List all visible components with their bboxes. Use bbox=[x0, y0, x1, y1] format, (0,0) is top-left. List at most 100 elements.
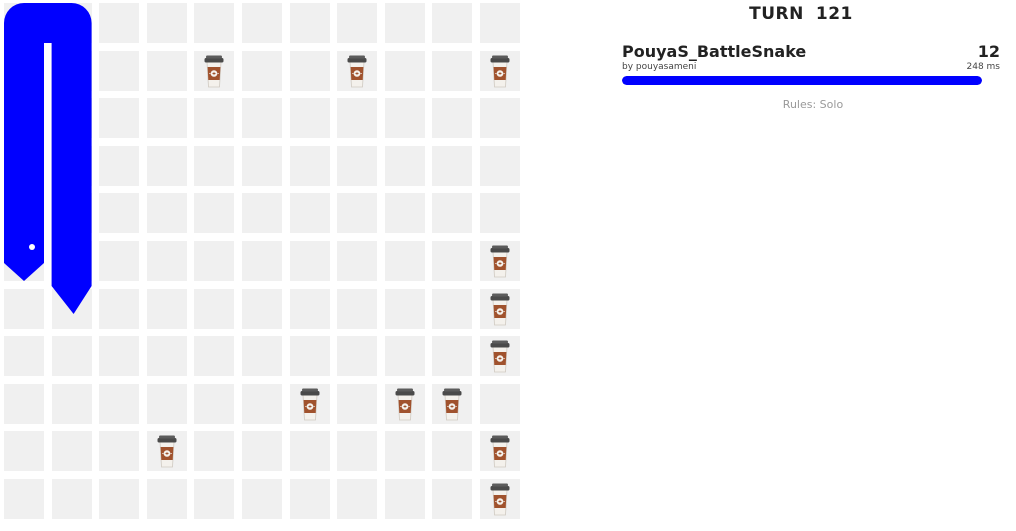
board-cell bbox=[51, 241, 92, 281]
board-cell bbox=[51, 431, 92, 472]
board-cell bbox=[480, 241, 520, 281]
board-cell bbox=[242, 193, 282, 234]
snake-author: by pouyasameni bbox=[622, 62, 697, 72]
board-cell bbox=[337, 145, 378, 186]
board-cell bbox=[146, 241, 187, 281]
board-cell bbox=[242, 479, 282, 519]
turn-number: 121 bbox=[815, 4, 853, 24]
board-cell bbox=[289, 145, 330, 186]
board-cell bbox=[384, 193, 425, 234]
game-board bbox=[4, 3, 528, 527]
board-cell bbox=[194, 431, 235, 472]
board-cell bbox=[384, 431, 425, 472]
board-cell bbox=[242, 50, 282, 91]
board-cell bbox=[51, 98, 92, 139]
board-cell bbox=[194, 241, 235, 281]
board-cell bbox=[289, 288, 330, 329]
rules-label: Rules: Solo bbox=[782, 98, 844, 111]
board-cell bbox=[194, 336, 235, 377]
board-cell bbox=[384, 241, 425, 281]
board-cell bbox=[99, 383, 140, 424]
board-cell bbox=[337, 431, 378, 472]
board-cell bbox=[289, 98, 330, 139]
board-cell bbox=[99, 50, 140, 91]
board-cell bbox=[99, 479, 140, 519]
board-cell bbox=[480, 288, 520, 329]
board-cell bbox=[432, 288, 473, 329]
board-cell bbox=[51, 383, 92, 424]
board-cell bbox=[99, 98, 140, 139]
board-cell bbox=[99, 145, 140, 186]
board-cell bbox=[432, 193, 473, 234]
board-cell bbox=[194, 288, 235, 329]
board-cell bbox=[242, 145, 282, 186]
board-cell bbox=[4, 193, 44, 234]
board-cell bbox=[99, 3, 140, 43]
board-cell bbox=[4, 145, 44, 186]
turn-label: TURN bbox=[749, 4, 804, 24]
board-cell bbox=[4, 50, 44, 91]
board-cell bbox=[51, 145, 92, 186]
board-cell bbox=[289, 479, 330, 519]
board-cell bbox=[289, 50, 330, 91]
board-cell bbox=[194, 98, 235, 139]
board-cell bbox=[146, 145, 187, 186]
board-cell bbox=[99, 288, 140, 329]
board-cell bbox=[194, 383, 235, 424]
board-cell bbox=[4, 383, 44, 424]
board-cell bbox=[146, 288, 187, 329]
board-cell bbox=[194, 3, 235, 43]
board-cell bbox=[99, 241, 140, 281]
board-cell bbox=[337, 193, 378, 234]
board-cell bbox=[432, 383, 473, 424]
board-cell bbox=[146, 193, 187, 234]
turn-counter: TURN 121 bbox=[620, 4, 982, 24]
board-cell bbox=[242, 431, 282, 472]
board-cell bbox=[4, 479, 44, 519]
board-cell bbox=[4, 288, 44, 329]
board-cell bbox=[337, 241, 378, 281]
board-cell bbox=[289, 193, 330, 234]
board-cell bbox=[337, 336, 378, 377]
scoreboard: TURN 121 PouyaS_BattleSnake 12 by pouyasa… bbox=[620, 0, 1002, 531]
board-cell bbox=[337, 98, 378, 139]
board-cell bbox=[337, 479, 378, 519]
board-cell bbox=[51, 3, 92, 43]
board-cell bbox=[146, 98, 187, 139]
board-cell bbox=[384, 98, 425, 139]
board-cell bbox=[384, 479, 425, 519]
board-cell bbox=[337, 50, 378, 91]
board-cell bbox=[51, 479, 92, 519]
board-cell bbox=[242, 336, 282, 377]
board-cell bbox=[4, 98, 44, 139]
board-cell bbox=[337, 288, 378, 329]
board-cell bbox=[99, 336, 140, 377]
snake-latency: 248 ms bbox=[966, 62, 1001, 72]
board-cell bbox=[51, 50, 92, 91]
board-cell bbox=[432, 145, 473, 186]
snake-length: 12 bbox=[977, 42, 1000, 61]
board-cell bbox=[99, 431, 140, 472]
board-cell bbox=[432, 479, 473, 519]
board-cell bbox=[194, 479, 235, 519]
board-cell bbox=[480, 145, 520, 186]
board-cell bbox=[480, 479, 520, 519]
health-bar bbox=[622, 76, 982, 85]
board-cell bbox=[289, 3, 330, 43]
board-cell bbox=[289, 336, 330, 377]
board-cell bbox=[51, 336, 92, 377]
board-cell bbox=[146, 431, 187, 472]
board-cell bbox=[480, 3, 520, 43]
board-cell bbox=[194, 145, 235, 186]
board-cell bbox=[432, 50, 473, 91]
board-cell bbox=[384, 50, 425, 91]
board-cell bbox=[4, 336, 44, 377]
board-cell bbox=[480, 50, 520, 91]
board-cell bbox=[432, 431, 473, 472]
board-cell bbox=[289, 431, 330, 472]
board-cell bbox=[242, 3, 282, 43]
board-cell bbox=[289, 241, 330, 281]
board-cell bbox=[194, 50, 235, 91]
board-cell bbox=[384, 336, 425, 377]
board-cell bbox=[99, 193, 140, 234]
